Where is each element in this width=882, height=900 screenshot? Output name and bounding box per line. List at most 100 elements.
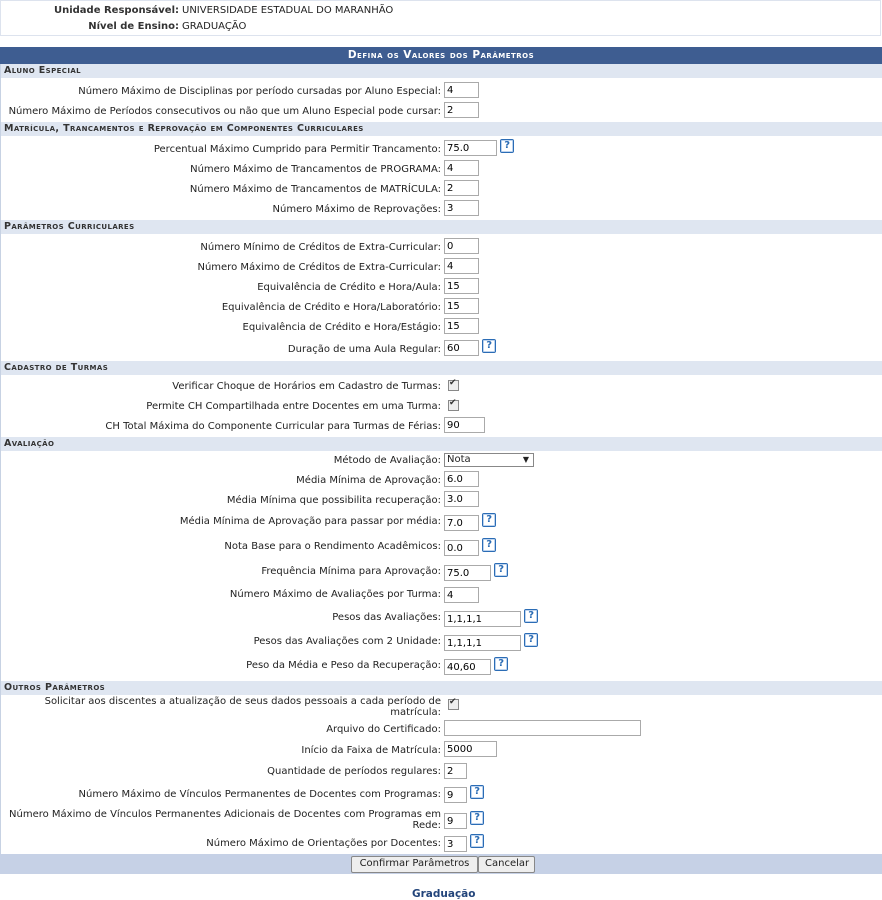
input-orientacoes[interactable] — [444, 836, 467, 852]
help-icon[interactable]: ? — [482, 537, 497, 552]
section-curriculares: Parâmetros Curriculares — [1, 220, 882, 234]
row-max-periodos-especial: Número Máximo de Períodos consecutivos o… — [1, 102, 882, 122]
input-media-por-media[interactable] — [444, 515, 479, 531]
input-equiv-aula[interactable] — [444, 278, 479, 294]
help-icon[interactable]: ? — [482, 512, 497, 527]
label-vinculos-rede-line2: Rede: — [412, 820, 441, 831]
section-aluno-especial: Aluno Especial — [1, 64, 882, 78]
label-max-reprovacoes: Número Máximo de Reprovações: — [272, 204, 441, 215]
input-equiv-estagio[interactable] — [444, 318, 479, 334]
label-inicio-faixa: Início da Faixa de Matrícula: — [301, 745, 441, 756]
input-equiv-laboratorio[interactable] — [444, 298, 479, 314]
input-ch-ferias[interactable] — [444, 417, 485, 433]
input-duracao-aula[interactable] — [444, 340, 479, 356]
help-icon[interactable]: ? — [524, 632, 539, 647]
input-media-recuperacao[interactable] — [444, 491, 479, 507]
help-icon[interactable]: ? — [470, 810, 485, 825]
row-frequencia-minima: Frequência Mínima para Aprovação: ? — [1, 561, 882, 585]
label-min-creditos-extra: Número Mínimo de Créditos de Extra-Curri… — [200, 242, 441, 253]
help-icon[interactable]: ? — [494, 562, 509, 577]
row-equiv-estagio: Equivalência de Crédito e Hora/Estágio: — [1, 318, 882, 338]
label-metodo-avaliacao: Método de Avaliação: — [333, 455, 441, 466]
input-max-periodos-especial[interactable] — [444, 102, 479, 118]
input-max-creditos-extra[interactable] — [444, 258, 479, 274]
help-icon[interactable]: ? — [524, 608, 539, 623]
row-peso-media-recuperacao: Peso da Média e Peso da Recuperação: ? — [1, 655, 882, 679]
input-pesos-avaliacoes[interactable] — [444, 611, 521, 627]
input-peso-media-recuperacao[interactable] — [444, 659, 491, 675]
help-icon[interactable]: ? — [494, 656, 509, 671]
label-media-por-media: Média Mínima de Aprovação para passar po… — [179, 516, 441, 527]
input-max-avaliacoes[interactable] — [444, 587, 479, 603]
input-max-reprovacoes[interactable] — [444, 200, 479, 216]
input-media-aprovacao[interactable] — [444, 471, 479, 487]
row-duracao-aula: Duração de uma Aula Regular: ? — [1, 338, 882, 361]
row-inicio-faixa: Início da Faixa de Matrícula: — [1, 741, 882, 761]
label-vinculos-rede-line1: Número Máximo de Vínculos Permanentes Ad… — [9, 809, 441, 820]
label-duracao-aula: Duração de uma Aula Regular: — [287, 344, 441, 355]
input-max-disc-especial[interactable] — [444, 82, 479, 98]
input-arquivo-certificado[interactable] — [444, 720, 641, 736]
label-max-disc-especial: Número Máximo de Disciplinas por período… — [78, 86, 441, 97]
input-pesos-2-unidade[interactable] — [444, 635, 521, 651]
label-max-creditos-extra: Número Máximo de Créditos de Extra-Curri… — [197, 262, 441, 273]
row-max-reprovacoes: Número Máximo de Reprovações: — [1, 200, 882, 220]
row-media-aprovacao: Média Mínima de Aprovação: — [1, 471, 882, 491]
row-media-recuperacao: Média Mínima que possibilita recuperação… — [1, 491, 882, 511]
row-percentual-trancamento: Percentual Máximo Cumprido para Permitir… — [1, 138, 882, 160]
help-icon[interactable]: ? — [500, 138, 515, 153]
nivel-value: GRADUAÇÃO — [182, 21, 247, 32]
label-percentual-trancamento: Percentual Máximo Cumprido para Permitir… — [153, 144, 441, 155]
label-pesos-avaliacoes: Pesos das Avaliações: — [332, 612, 441, 623]
input-frequencia-minima[interactable] — [444, 565, 491, 581]
input-nota-base[interactable] — [444, 540, 479, 556]
input-max-tranc-programa[interactable] — [444, 160, 479, 176]
input-min-creditos-extra[interactable] — [444, 238, 479, 254]
row-arquivo-certificado: Arquivo do Certificado: — [1, 720, 882, 741]
row-ch-compartilhada: Permite CH Compartilhada entre Docentes … — [1, 397, 882, 417]
row-orientacoes: Número Máximo de Orientações por Docente… — [1, 832, 882, 854]
label-choque-horarios: Verificar Choque de Horários em Cadastro… — [172, 381, 441, 392]
section-avaliacao: Avaliação — [1, 437, 882, 451]
label-ch-ferias: CH Total Máxima do Componente Curricular… — [105, 421, 441, 432]
input-vinculos-docentes[interactable] — [444, 787, 467, 803]
select-value: Nota — [447, 454, 471, 465]
select-metodo-avaliacao[interactable]: Nota ▼ — [444, 453, 534, 467]
input-percentual-trancamento[interactable] — [444, 140, 497, 156]
label-nota-base: Nota Base para o Rendimento Acadêmicos: — [224, 541, 441, 552]
label-media-aprovacao: Média Mínima de Aprovação: — [296, 475, 441, 486]
section-matricula: Matrícula, Trancamentos e Reprovação em … — [1, 122, 882, 136]
section-turmas: Cadastro de Turmas — [1, 361, 882, 375]
help-icon[interactable]: ? — [470, 833, 485, 848]
unidade-value: UNIVERSIDADE ESTADUAL DO MARANHÃO — [182, 5, 394, 16]
checkbox-choque-horarios[interactable] — [448, 378, 459, 391]
label-frequencia-minima: Frequência Mínima para Aprovação: — [261, 566, 441, 577]
checkbox-ch-compartilhada[interactable] — [448, 398, 459, 411]
input-periodos-regulares[interactable] — [444, 763, 467, 779]
confirm-button[interactable]: Confirmar Parâmetros — [351, 856, 478, 873]
info-box: Unidade Responsável: UNIVERSIDADE ESTADUA… — [0, 0, 881, 36]
nivel-row: Nível de Ensino: GRADUAÇÃO — [1, 20, 246, 34]
input-inicio-faixa[interactable] — [444, 741, 497, 757]
chevron-down-icon: ▼ — [522, 455, 529, 464]
label-equiv-laboratorio: Equivalência de Crédito e Hora/Laboratór… — [221, 302, 441, 313]
row-periodos-regulares: Quantidade de períodos regulares: — [1, 761, 882, 783]
row-ch-ferias: CH Total Máxima do Componente Curricular… — [1, 417, 882, 437]
label-orientacoes: Número Máximo de Orientações por Docente… — [206, 838, 441, 849]
cancel-button[interactable]: Cancelar — [478, 856, 535, 873]
row-equiv-aula: Equivalência de Crédito e Hora/Aula: — [1, 278, 882, 298]
help-icon[interactable]: ? — [482, 338, 497, 353]
help-icon[interactable]: ? — [470, 784, 485, 799]
input-vinculos-rede[interactable] — [444, 813, 467, 829]
label-periodos-regulares: Quantidade de períodos regulares: — [267, 766, 441, 777]
row-pesos-avaliacoes: Pesos das Avaliações: ? — [1, 607, 882, 631]
graduacao-link[interactable]: Graduação — [412, 888, 475, 900]
label-atualizacao-dados-line1: Solicitar aos discentes a atualização de… — [44, 696, 441, 707]
checkbox-atualizacao-dados[interactable] — [448, 697, 459, 710]
row-max-disc-especial: Número Máximo de Disciplinas por período… — [1, 82, 882, 102]
row-choque-horarios: Verificar Choque de Horários em Cadastro… — [1, 377, 882, 397]
input-max-tranc-matricula[interactable] — [444, 180, 479, 196]
row-vinculos-docentes: Número Máximo de Vínculos Permanentes de… — [1, 783, 882, 806]
label-atualizacao-dados-line2: matrícula: — [390, 707, 441, 718]
row-nota-base: Nota Base para o Rendimento Acadêmicos: … — [1, 536, 882, 561]
